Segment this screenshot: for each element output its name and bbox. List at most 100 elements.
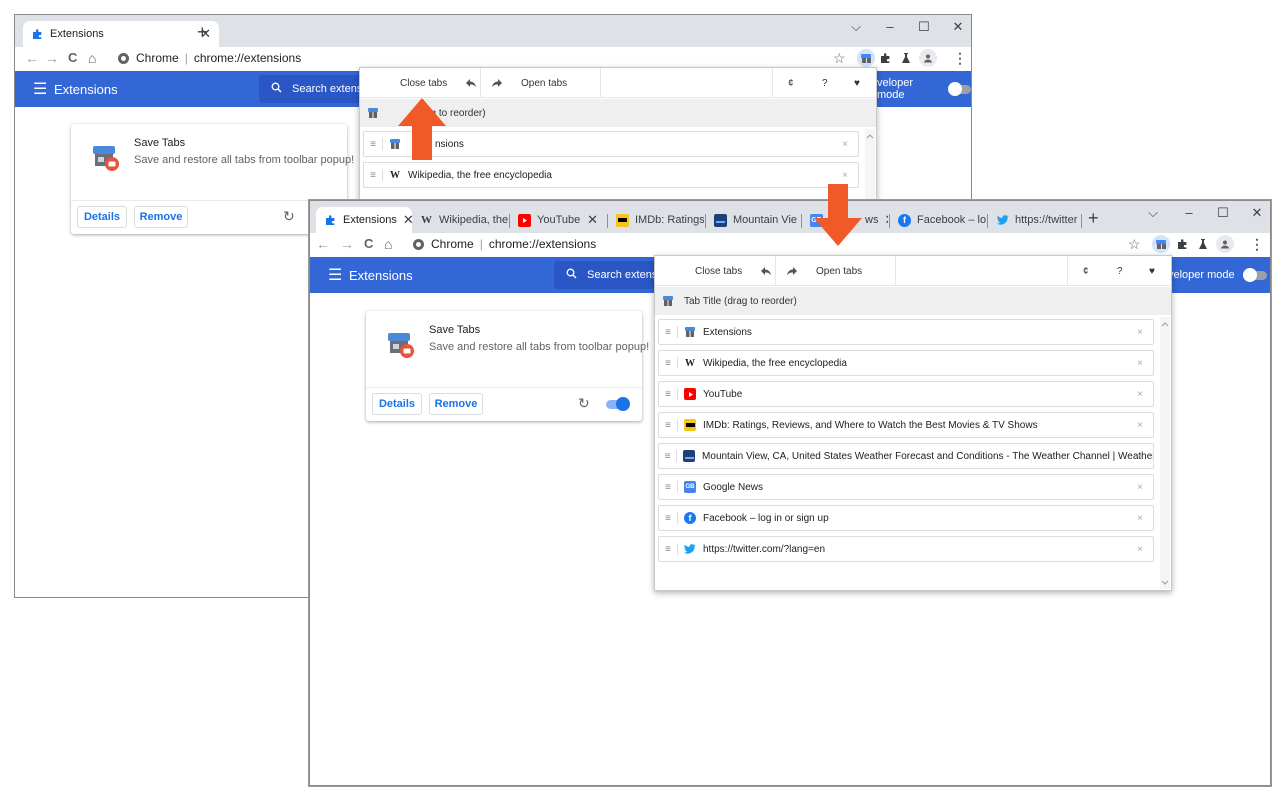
developer-mode-switch[interactable] — [950, 85, 971, 94]
remove-row-icon[interactable]: × — [1137, 389, 1143, 400]
save-tabs-extension-icon[interactable] — [1152, 235, 1170, 253]
new-tab-button[interactable]: + — [1088, 209, 1099, 227]
remove-row-icon[interactable]: × — [1137, 544, 1143, 555]
twitter-icon — [684, 543, 696, 555]
developer-mode-toggle[interactable]: veloper mode — [1168, 257, 1267, 293]
tab-close-icon[interactable]: ✕ — [1077, 212, 1080, 228]
forward-icon[interactable]: → — [340, 236, 354, 252]
popup-header: Close tabs Open tabs ¢ ? ♥ — [655, 256, 1171, 286]
hamburger-menu-icon[interactable]: ☰ — [328, 265, 342, 285]
tab-youtube[interactable]: YouTube ✕ — [510, 207, 606, 233]
save-tabs-extension-icon[interactable] — [857, 49, 875, 67]
tab-row[interactable]: ≡ IMDb: Ratings, Reviews, and Where to W… — [658, 412, 1154, 438]
close-window-button[interactable]: ✕ — [935, 19, 972, 35]
tab-close-icon[interactable]: ✕ — [397, 212, 412, 228]
drag-handle-icon[interactable]: ≡ — [659, 482, 677, 493]
extensions-puzzle-icon[interactable] — [877, 49, 895, 67]
tab-row[interactable]: ≡ GB Google News × — [658, 474, 1154, 500]
tab-weather[interactable]: Mountain Vie ✕ — [706, 207, 800, 233]
remove-row-icon[interactable]: × — [1137, 513, 1143, 524]
search-input[interactable]: Search extensions — [259, 75, 371, 103]
address-bar[interactable]: Chrome | chrome://extensions — [118, 49, 301, 67]
drag-handle-icon[interactable]: ≡ — [659, 327, 677, 338]
details-button[interactable]: Details — [77, 206, 127, 228]
popup-subheader: Tab Title (drag to reorder) — [655, 287, 1171, 315]
extensions-puzzle-icon[interactable] — [1174, 235, 1192, 253]
details-button[interactable]: Details — [372, 393, 422, 415]
heart-icon[interactable]: ♥ — [1149, 256, 1155, 286]
drag-handle-icon[interactable]: ≡ — [364, 139, 382, 150]
tab-row[interactable]: ≡ W Wikipedia, the free encyclopedia × — [363, 162, 859, 188]
donate-cent-icon[interactable]: ¢ — [788, 68, 794, 98]
tab-close-icon[interactable]: ✕ — [797, 212, 800, 228]
popup-scrollbar[interactable] — [1160, 317, 1170, 589]
back-icon[interactable]: ← — [25, 50, 39, 66]
developer-mode-toggle[interactable]: veloper mode — [877, 71, 971, 107]
tab-twitter[interactable]: https://twitter ✕ — [988, 207, 1080, 233]
drag-handle-icon[interactable]: ≡ — [659, 420, 677, 431]
close-tabs-button[interactable]: Close tabs — [400, 68, 477, 98]
reload-extension-icon[interactable]: ↻ — [283, 208, 295, 225]
open-tabs-button[interactable]: Open tabs — [491, 68, 567, 98]
address-bar[interactable]: Chrome | chrome://extensions — [413, 235, 596, 253]
open-tabs-button[interactable]: Open tabs — [786, 256, 862, 286]
donate-cent-icon[interactable]: ¢ — [1083, 256, 1089, 286]
remove-row-icon[interactable]: × — [1137, 327, 1143, 338]
tab-extensions[interactable]: Extensions ✕ — [316, 207, 412, 233]
lab-flask-icon[interactable] — [1194, 235, 1212, 253]
heart-icon[interactable]: ♥ — [854, 68, 860, 98]
home-icon[interactable]: ⌂ — [88, 50, 96, 66]
reload-icon[interactable]: C — [68, 50, 77, 66]
tab-extensions[interactable]: Extensions ✕ — [23, 21, 219, 47]
remove-button[interactable]: Remove — [429, 393, 483, 415]
profile-avatar-icon[interactable] — [919, 49, 937, 67]
drag-handle-icon[interactable]: ≡ — [659, 358, 677, 369]
tab-imdb[interactable]: IMDb: Ratings ✕ — [608, 207, 704, 233]
remove-button[interactable]: Remove — [134, 206, 188, 228]
new-tab-button[interactable]: + — [197, 23, 208, 41]
reload-extension-icon[interactable]: ↻ — [578, 395, 590, 412]
tab-facebook[interactable]: f Facebook – lo ✕ — [890, 207, 986, 233]
help-icon[interactable]: ? — [822, 68, 828, 98]
extension-name: Save Tabs — [429, 324, 480, 336]
tab-row[interactable]: ≡ W Wikipedia, the free encyclopedia × — [658, 350, 1154, 376]
tab-close-icon[interactable]: ✕ — [878, 212, 888, 228]
close-window-button[interactable]: ✕ — [1234, 205, 1271, 221]
remove-row-icon[interactable]: × — [1137, 482, 1143, 493]
lab-flask-icon[interactable] — [897, 49, 915, 67]
extension-enabled-toggle[interactable] — [606, 400, 628, 409]
bookmark-star-icon[interactable]: ☆ — [1128, 236, 1141, 252]
drag-handle-icon[interactable]: ≡ — [659, 389, 677, 400]
tab-close-icon[interactable]: ✕ — [581, 212, 598, 228]
remove-row-icon[interactable]: × — [1137, 358, 1143, 369]
chrome-menu-icon[interactable]: ⋮ — [1250, 236, 1264, 252]
tab-row[interactable]: ≡ YouTube × — [658, 381, 1154, 407]
drag-handle-icon[interactable]: ≡ — [659, 513, 677, 524]
drag-handle-icon[interactable]: ≡ — [659, 451, 676, 462]
reload-icon[interactable]: C — [364, 236, 373, 252]
drag-handle-icon[interactable]: ≡ — [659, 544, 677, 555]
tab-wikipedia[interactable]: W Wikipedia, the ✕ — [412, 207, 508, 233]
drag-handle-icon[interactable]: ≡ — [364, 170, 382, 181]
chrome-menu-icon[interactable]: ⋮ — [953, 50, 967, 66]
developer-mode-switch[interactable] — [1245, 271, 1267, 280]
scheme-label: Chrome — [431, 237, 474, 251]
profile-avatar-icon[interactable] — [1216, 235, 1234, 253]
close-tabs-button[interactable]: Close tabs — [695, 256, 772, 286]
youtube-icon — [518, 214, 531, 227]
tab-row[interactable]: ≡ Mountain View, CA, United States Weath… — [658, 443, 1154, 469]
search-input[interactable]: Search extensions — [554, 261, 654, 289]
help-icon[interactable]: ? — [1117, 256, 1123, 286]
home-icon[interactable]: ⌂ — [384, 236, 392, 252]
remove-row-icon[interactable]: × — [1137, 451, 1143, 462]
forward-icon[interactable]: → — [45, 50, 59, 66]
remove-row-icon[interactable]: × — [842, 139, 848, 150]
hamburger-menu-icon[interactable]: ☰ — [33, 79, 47, 99]
tab-row[interactable]: ≡ Extensions × — [658, 319, 1154, 345]
tab-row[interactable]: ≡ f Facebook – log in or sign up × — [658, 505, 1154, 531]
remove-row-icon[interactable]: × — [1137, 420, 1143, 431]
back-icon[interactable]: ← — [316, 236, 330, 252]
bookmark-star-icon[interactable]: ☆ — [833, 50, 846, 66]
tab-row[interactable]: ≡ https://twitter.com/?lang=en × — [658, 536, 1154, 562]
remove-row-icon[interactable]: × — [842, 170, 848, 181]
